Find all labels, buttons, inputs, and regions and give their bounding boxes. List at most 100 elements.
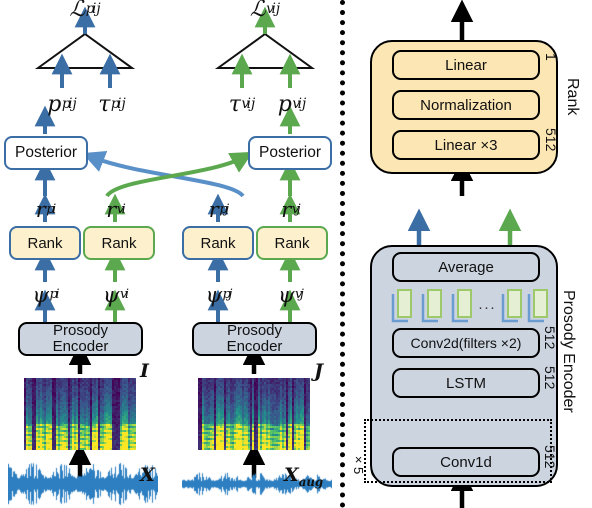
rank-layer-0-dim-text: 1 xyxy=(543,53,559,61)
prosody-encoder-module-title-text: Prosody Encoder xyxy=(560,290,577,413)
right-panel: Linear 1 Normalization Linear ×3 512 Ran… xyxy=(351,0,592,508)
pe-repeat-label-text: ×5 xyxy=(351,452,366,475)
prob-sub-2: ij xyxy=(246,96,256,113)
prob-sub-3: ij xyxy=(297,96,307,113)
waveform-label-Xaug-base: X xyxy=(284,464,299,486)
waveform-label-X-aug: Xaug xyxy=(284,466,323,489)
waveform-label-Xaug-sub: aug xyxy=(298,474,324,489)
psi-sub-2: j xyxy=(228,287,233,303)
pe-layer-0-dim: 512 xyxy=(542,326,558,349)
loss-symbol-v: ℒ xyxy=(249,0,266,22)
loss-label-v: ℒv ij xyxy=(232,0,298,23)
psi-label-j-v: ψvj xyxy=(267,283,315,307)
pe-frame-tokens: ··· xyxy=(390,288,550,326)
psi-label-i-v: ψvi xyxy=(92,283,140,307)
pe-layer-0-label: Conv2d(filters ×2) xyxy=(410,335,522,351)
pe-lstm-layer[interactable]: LSTM xyxy=(392,368,540,398)
posterior-left-label: Posterior xyxy=(14,144,78,161)
prosody-encoder-left-line2: Encoder xyxy=(52,338,109,355)
rank-layer-1-label: Normalization xyxy=(420,96,512,114)
prob-base-2: τ xyxy=(228,92,241,117)
rank-layer-2-dim: 512 xyxy=(543,128,559,152)
prosody-encoder-left-line1: Prosody xyxy=(52,322,109,340)
pe-frames-ellipsis-text: ··· xyxy=(478,299,496,316)
rank-box-i-v[interactable]: Rank xyxy=(83,226,155,260)
waveform-label-X-base: X xyxy=(140,464,155,486)
pe-layer-1-label: LSTM xyxy=(445,374,486,392)
spectrogram-I xyxy=(24,378,136,450)
rep-sub-3: j xyxy=(296,202,301,218)
rank-box-j-p[interactable]: Rank xyxy=(182,226,254,260)
left-panel: ℒp ij ℒv ij p p ij τ p ij τ v ij p v ij Posterior … xyxy=(0,0,340,508)
prob-sub-1: ij xyxy=(117,96,126,113)
loss-sub-v: ij xyxy=(271,1,281,18)
rep-label-r-i-v: rvi xyxy=(92,198,140,222)
psi-label-i-p: ψpi xyxy=(22,283,70,307)
pe-layer-2-label: Conv1d xyxy=(440,453,492,471)
psi-sub-0: i xyxy=(55,287,60,303)
prosody-encoder-right-line1: Prosody xyxy=(226,322,283,340)
rank-layer-0-label: Linear xyxy=(445,56,487,74)
pe-average-label: Average xyxy=(438,258,494,276)
loss-label-p: ℒp ij xyxy=(52,0,118,23)
rank-box-i-p[interactable]: Rank xyxy=(9,226,81,260)
pe-frames-ellipsis: ··· xyxy=(478,299,496,316)
rank-module-title-text: Rank xyxy=(564,78,581,116)
posterior-left[interactable]: Posterior xyxy=(4,136,88,170)
rank-module-title: Rank xyxy=(564,78,581,116)
prob-label-tau-p: τ p ij xyxy=(84,92,140,118)
posterior-right[interactable]: Posterior xyxy=(248,136,332,170)
rep-base-3: r xyxy=(281,197,292,222)
rank-label-2: Rank xyxy=(200,234,236,252)
rank-box-j-v[interactable]: Rank xyxy=(256,226,328,260)
rep-base-0: r xyxy=(35,197,46,222)
loss-sub-p: ij xyxy=(92,1,101,18)
prosody-encoder-module-title: Prosody Encoder xyxy=(560,290,577,413)
prob-label-p-v: p v ij xyxy=(264,92,320,118)
prob-base-0: p xyxy=(47,92,62,117)
pe-layer-2-dim-text: 512 xyxy=(542,445,558,469)
prob-base-1: τ xyxy=(98,92,111,117)
rank-layer-0-dim: 1 xyxy=(543,53,559,61)
prob-label-p-p: p p ij xyxy=(34,92,90,118)
prosody-encoder-right[interactable]: Prosody Encoder xyxy=(192,322,317,356)
psi-base-3: ψ xyxy=(278,282,295,307)
spectrogram-label-I: I xyxy=(140,362,149,381)
rank-layer-normalization[interactable]: Normalization xyxy=(392,90,540,120)
prosody-encoder-right-line2: Encoder xyxy=(226,338,283,355)
rank-layer-2-label: Linear ×3 xyxy=(434,136,498,154)
pe-layer-1-dim-text: 512 xyxy=(542,366,558,390)
rep-label-r-j-p: rpj xyxy=(195,198,243,222)
spectrogram-J xyxy=(198,378,310,450)
pe-conv1d-layer[interactable]: Conv1d xyxy=(392,447,540,477)
rep-label-r-j-v: rvj xyxy=(267,198,315,222)
pe-layer-1-dim: 512 xyxy=(542,366,558,390)
rep-label-r-i-p: rpi xyxy=(22,198,70,222)
psi-sub-3: j xyxy=(299,287,304,303)
rep-sub-0: i xyxy=(52,202,57,218)
rep-base-1: r xyxy=(106,197,117,222)
psi-base-2: ψ xyxy=(205,282,223,307)
pe-layer-2-dim: 512 xyxy=(542,445,558,469)
rank-layer-linear-1[interactable]: Linear xyxy=(392,50,540,80)
pe-conv2d-layer[interactable]: Conv2d(filters ×2) xyxy=(392,328,540,358)
prosody-encoder-left[interactable]: Prosody Encoder xyxy=(18,322,143,356)
waveform-label-X: X xyxy=(140,466,155,485)
rank-layer-2-dim-text: 512 xyxy=(543,128,559,152)
psi-label-j-p: ψpj xyxy=(195,283,243,307)
prob-sub-0: ij xyxy=(68,96,77,113)
pe-average-layer[interactable]: Average xyxy=(392,252,540,282)
rep-sub-1: i xyxy=(121,202,126,218)
rep-base-2: r xyxy=(208,197,219,222)
spectrogram-label-J: J xyxy=(314,362,323,381)
pe-repeat-label: ×5 xyxy=(351,452,366,475)
spectrogram-label-J-text: J xyxy=(314,360,323,382)
psi-sub-1: i xyxy=(124,287,129,303)
rank-layer-linear-x3[interactable]: Linear ×3 xyxy=(392,130,540,160)
rep-sub-2: j xyxy=(225,202,230,218)
rank-label-3: Rank xyxy=(274,234,310,252)
psi-base-1: ψ xyxy=(103,282,120,307)
posterior-right-label: Posterior xyxy=(258,144,322,161)
waveform-X xyxy=(8,462,158,506)
psi-base-0: ψ xyxy=(32,282,49,307)
